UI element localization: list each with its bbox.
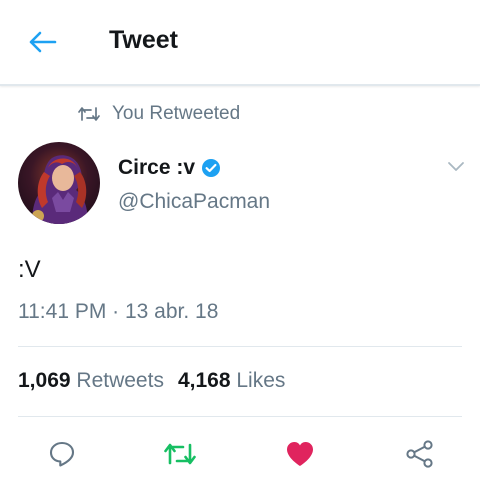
retweet-icon bbox=[164, 443, 196, 465]
retweets-label: Retweets bbox=[76, 369, 164, 392]
tweet-stats: 1,069 Retweets 4,168 Likes bbox=[18, 369, 285, 393]
author-name: Circe :v bbox=[118, 156, 196, 179]
page-title: Tweet bbox=[109, 26, 178, 54]
divider bbox=[18, 416, 462, 417]
divider bbox=[18, 346, 462, 347]
share-button[interactable] bbox=[402, 436, 438, 472]
share-icon bbox=[406, 440, 433, 468]
back-button[interactable] bbox=[22, 26, 62, 58]
avatar[interactable] bbox=[18, 142, 100, 224]
tweet-text: :V bbox=[18, 256, 41, 283]
heart-icon bbox=[287, 442, 313, 466]
retweet-context: You Retweeted bbox=[78, 102, 240, 126]
author-name-row[interactable]: Circe :v bbox=[118, 156, 221, 180]
tweet-timestamp: 11:41 PM · 13 abr. 18 bbox=[18, 300, 219, 323]
author-handle[interactable]: @ChicaPacman bbox=[118, 190, 270, 214]
top-bar: Tweet bbox=[0, 0, 480, 86]
likes-stat[interactable]: 4,168 Likes bbox=[178, 369, 285, 393]
reply-button[interactable] bbox=[44, 436, 80, 472]
action-bar bbox=[0, 426, 480, 482]
avatar-image bbox=[32, 155, 88, 224]
tweet-menu-button[interactable] bbox=[444, 154, 468, 178]
reply-icon bbox=[49, 441, 75, 467]
retweet-icon bbox=[78, 107, 100, 121]
verified-badge-icon bbox=[202, 159, 221, 177]
arrow-left-icon bbox=[29, 31, 57, 53]
chevron-down-icon bbox=[448, 162, 464, 171]
retweet-context-text: You Retweeted bbox=[112, 103, 241, 124]
retweets-stat[interactable]: 1,069 Retweets bbox=[18, 369, 164, 393]
likes-label: Likes bbox=[236, 369, 286, 392]
likes-count: 4,168 bbox=[177, 369, 231, 392]
like-button[interactable] bbox=[282, 436, 318, 472]
retweet-button[interactable] bbox=[162, 436, 198, 472]
retweets-count: 1,069 bbox=[18, 369, 71, 392]
